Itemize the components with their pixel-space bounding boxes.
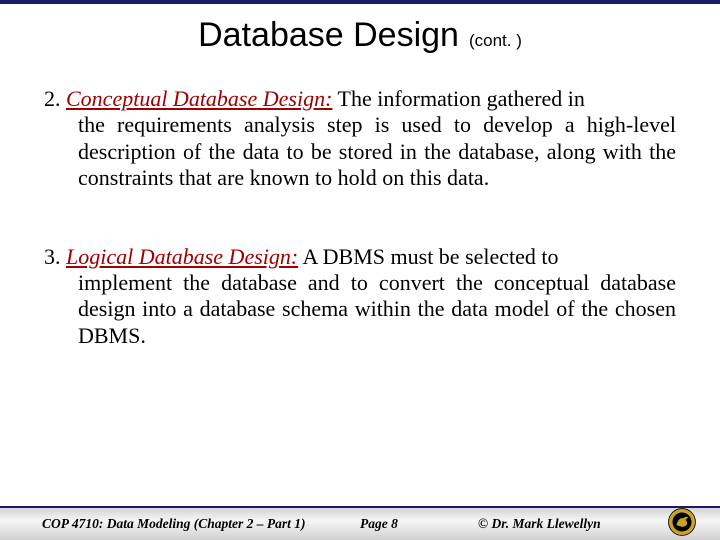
item-first-line: 3. Logical Database Design: A DBMS must … (44, 244, 676, 270)
slide: Database Design (cont. ) 2. Conceptual D… (0, 0, 720, 540)
item-number: 2. (44, 86, 66, 111)
list-item: 3. Logical Database Design: A DBMS must … (44, 244, 676, 350)
content-area: 2. Conceptual Database Design: The infor… (44, 86, 676, 389)
footer-page: Page 8 (360, 516, 398, 532)
item-term: Logical Database Design: (66, 244, 298, 269)
slide-title: Database Design (cont. ) (0, 16, 720, 55)
item-number: 3. (44, 244, 66, 269)
item-body: the requirements analysis step is used t… (44, 112, 676, 191)
footer-course: COP 4710: Data Modeling (Chapter 2 – Par… (42, 516, 306, 532)
list-item: 2. Conceptual Database Design: The infor… (44, 86, 676, 192)
top-accent-bar (0, 0, 720, 4)
item-first-line: 2. Conceptual Database Design: The infor… (44, 86, 676, 112)
item-term: Conceptual Database Design: (66, 86, 332, 111)
ucf-pegasus-icon (668, 508, 696, 536)
item-body: implement the database and to convert th… (44, 270, 676, 349)
title-continued: (cont. ) (469, 31, 522, 50)
item-first-rest: A DBMS must be selected to (298, 244, 558, 269)
footer-copyright: © Dr. Mark Llewellyn (478, 516, 601, 532)
footer-bar: COP 4710: Data Modeling (Chapter 2 – Par… (0, 506, 720, 540)
title-main: Database Design (198, 16, 459, 54)
item-first-rest: The information gathered in (332, 86, 585, 111)
